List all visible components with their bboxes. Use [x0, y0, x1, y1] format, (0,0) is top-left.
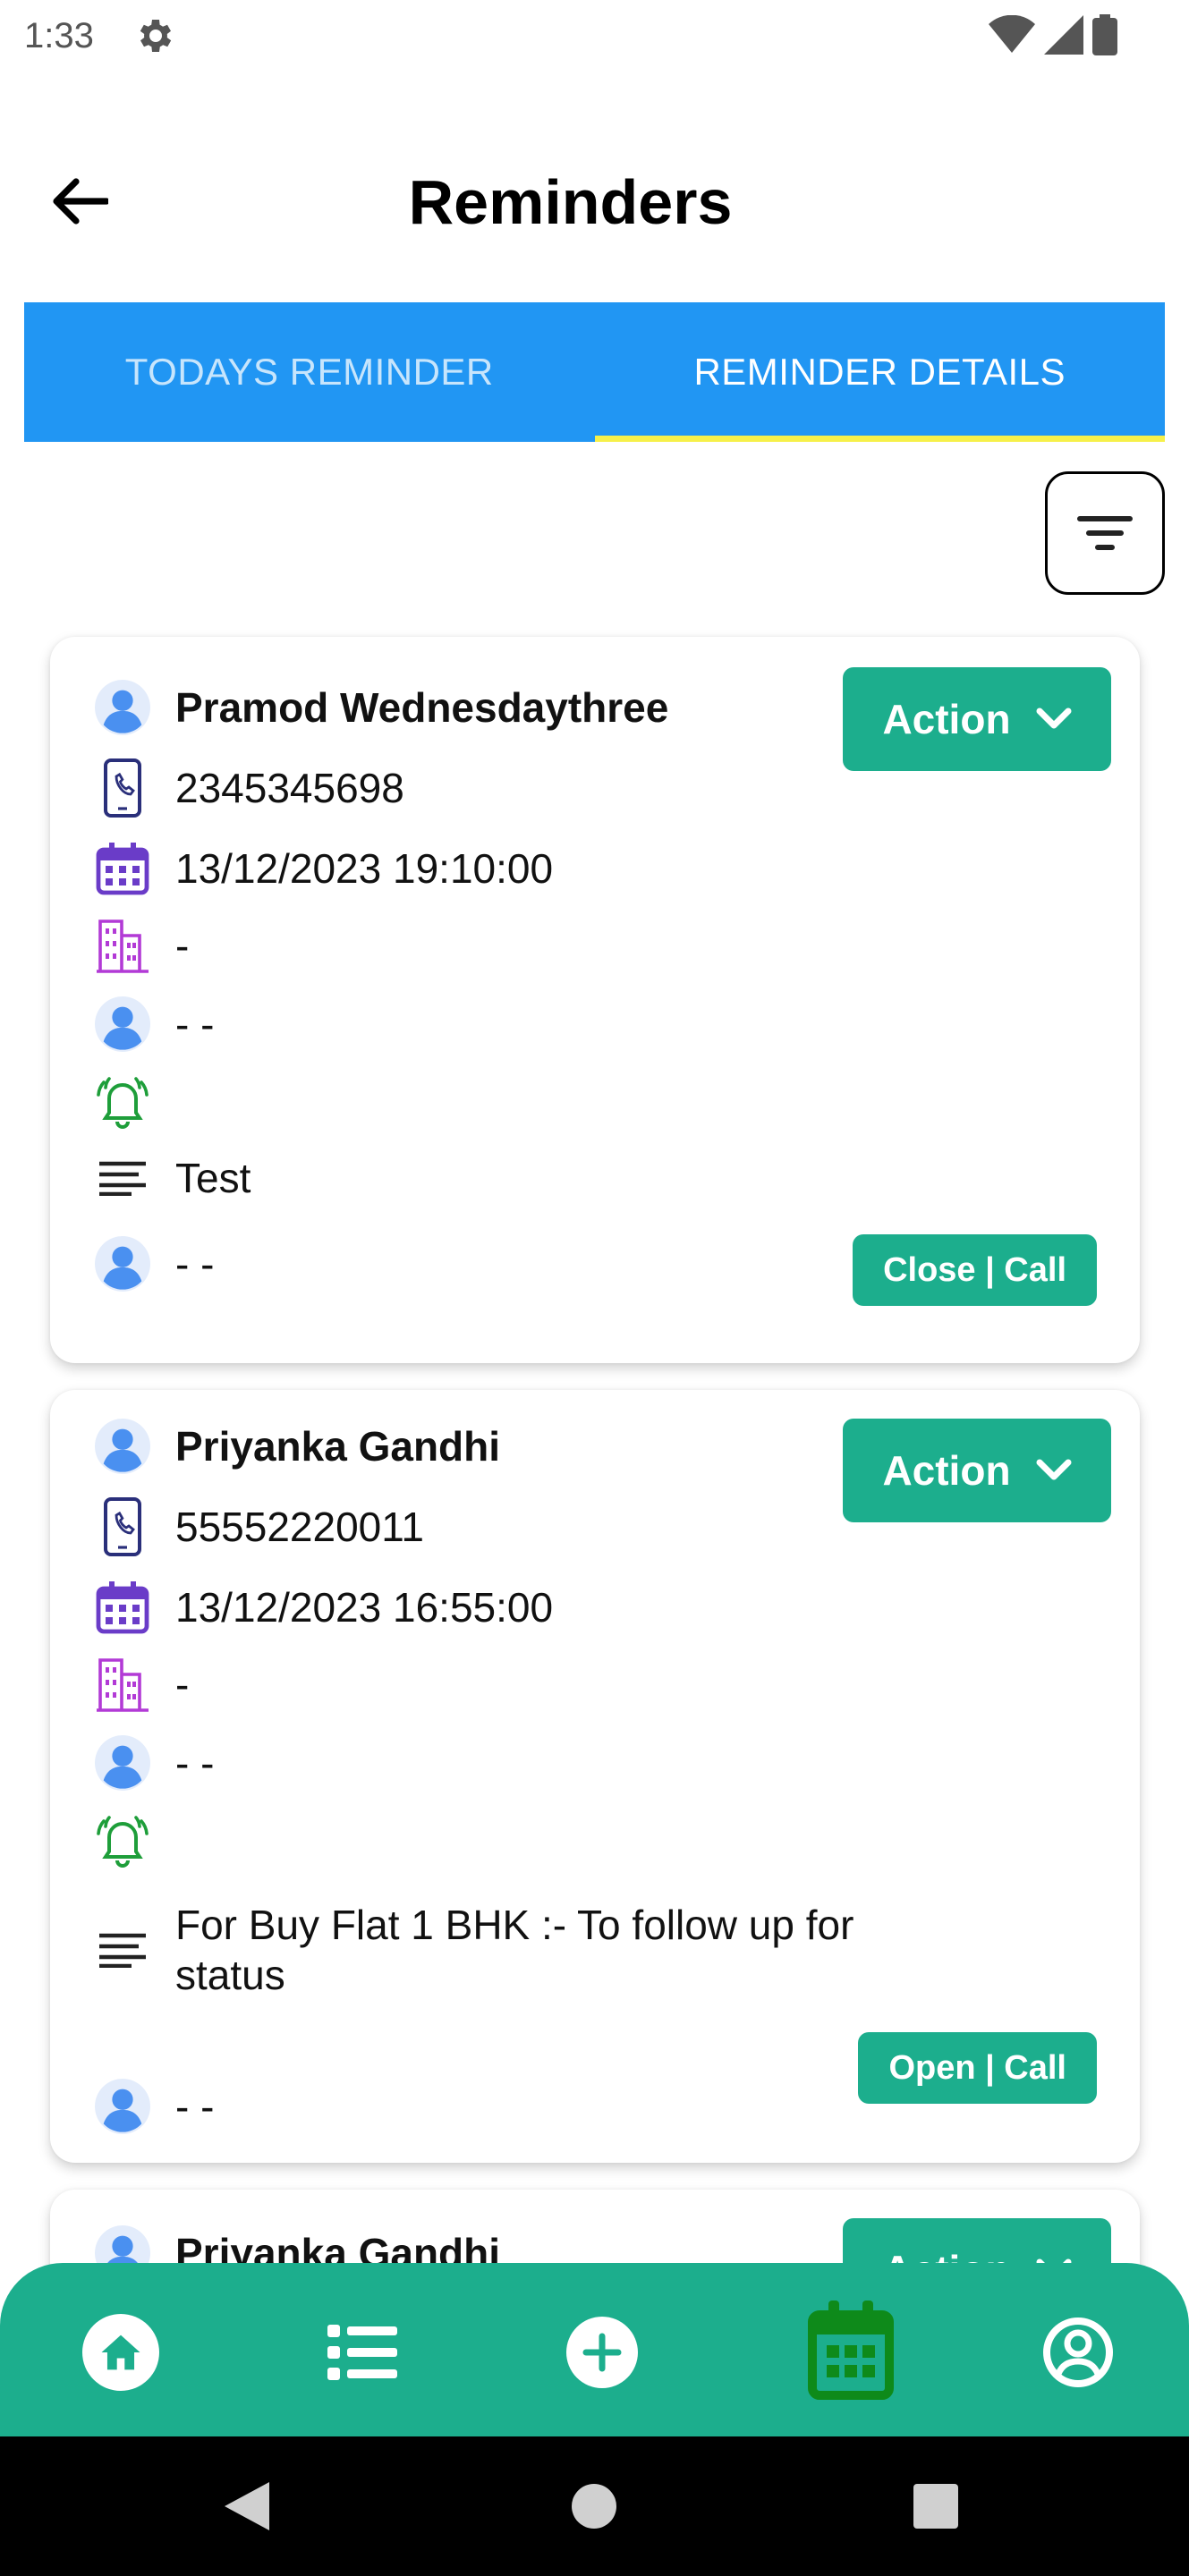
user-circle-icon	[1043, 2318, 1113, 2387]
chevron-down-icon	[1036, 708, 1072, 729]
phone-number[interactable]: 55552220011	[175, 1503, 424, 1551]
calendar-icon	[91, 837, 154, 900]
nav-list[interactable]	[309, 2299, 416, 2406]
status-time: 1:33	[24, 16, 94, 55]
reminder-datetime: 13/12/2023 19:10:00	[175, 845, 554, 892]
bell-ringing-icon	[91, 1070, 154, 1132]
project-row: -	[91, 914, 189, 977]
owner-value: - -	[175, 2083, 215, 2130]
page-title: Reminders	[408, 167, 733, 237]
assignee-value: - -	[175, 1001, 215, 1047]
tab-bar: TODAYS REMINDER REMINDER DETAILS	[24, 302, 1165, 442]
signal-icon	[1044, 15, 1083, 55]
datetime-row: 13/12/2023 16:55:00	[91, 1576, 553, 1639]
reminder-card: Pramod Wednesdaythree Action 2345345698 …	[50, 637, 1140, 1363]
status-icons	[989, 14, 1117, 55]
owner-row: - -	[91, 1233, 214, 1295]
phone-row: 2345345698	[91, 757, 404, 819]
battery-icon	[1092, 14, 1117, 55]
phone-number[interactable]: 2345345698	[175, 764, 404, 812]
datetime-row: 13/12/2023 19:10:00	[91, 837, 553, 900]
calendar-icon	[808, 2301, 894, 2400]
building-icon	[91, 914, 154, 977]
nav-home[interactable]	[67, 2299, 174, 2406]
contact-name: Priyanka Gandhi	[175, 1423, 501, 1470]
assignee-row: - -	[91, 1732, 214, 1794]
reminder-card: Priyanka Gandhi Action 55552220011 13/12…	[50, 1390, 1140, 2163]
gear-icon	[140, 20, 172, 52]
wifi-icon	[989, 15, 1035, 53]
plus-circle-icon	[566, 2317, 638, 2388]
filter-icon	[1077, 516, 1133, 550]
person-icon	[91, 2075, 154, 2138]
note-row: Test	[91, 1147, 251, 1209]
back-triangle-icon	[225, 2482, 269, 2530]
reminder-note: For Buy Flat 1 BHK :- To follow up for s…	[175, 1902, 854, 1998]
bell-ringing-icon	[91, 1809, 154, 1871]
home-icon	[82, 2314, 159, 2391]
notes-icon	[91, 1147, 154, 1209]
action-dropdown-button[interactable]: Action	[843, 1419, 1111, 1522]
system-home-button[interactable]	[562, 2474, 626, 2538]
nav-add[interactable]	[548, 2299, 656, 2406]
list-icon	[327, 2325, 397, 2380]
status-call-button[interactable]: Close | Call	[853, 1234, 1097, 1306]
nav-profile[interactable]	[1024, 2299, 1132, 2406]
person-icon	[91, 993, 154, 1055]
owner-value: - -	[175, 1241, 215, 1287]
system-navigation-bar	[0, 2436, 1189, 2576]
action-label: Action	[882, 1447, 1011, 1494]
home-circle-icon	[572, 2484, 616, 2529]
alarm-row	[91, 1809, 175, 1871]
bottom-navigation	[0, 2263, 1189, 2436]
reminder-note: Test	[175, 1155, 251, 1201]
system-recents-button[interactable]	[904, 2474, 968, 2538]
building-icon	[91, 1653, 154, 1716]
note-row: For Buy Flat 1 BHK :- To follow up for s…	[91, 1900, 909, 2000]
owner-row: - -	[91, 2075, 214, 2138]
system-back-button[interactable]	[215, 2474, 279, 2538]
alarm-row	[91, 1070, 175, 1132]
reminder-datetime: 13/12/2023 16:55:00	[175, 1584, 554, 1631]
contact-name: Pramod Wednesdaythree	[175, 684, 669, 731]
assignee-value: - -	[175, 1740, 215, 1786]
person-icon	[91, 676, 154, 739]
nav-calendar[interactable]	[793, 2283, 909, 2417]
calendar-icon	[91, 1576, 154, 1639]
status-call-button[interactable]: Open | Call	[858, 2032, 1097, 2104]
project-value: -	[175, 922, 190, 969]
tab-reminder-details[interactable]: REMINDER DETAILS	[594, 302, 1166, 442]
filter-button[interactable]	[1045, 471, 1165, 595]
tab-todays-reminder[interactable]: TODAYS REMINDER	[24, 302, 595, 442]
status-bar: 1:33	[0, 0, 1189, 72]
chevron-down-icon	[1036, 1459, 1072, 1480]
action-dropdown-button[interactable]: Action	[843, 667, 1111, 771]
contact-name-row: Priyanka Gandhi	[91, 1415, 500, 1478]
app-bar: Reminders	[0, 134, 1189, 268]
person-icon	[91, 1732, 154, 1794]
project-row: -	[91, 1653, 189, 1716]
person-icon	[91, 1233, 154, 1295]
person-icon	[91, 1415, 154, 1478]
assignee-row: - -	[91, 993, 214, 1055]
contact-name-row: Pramod Wednesdaythree	[91, 676, 668, 739]
notes-icon	[91, 1919, 154, 1981]
phone-icon[interactable]	[91, 757, 154, 819]
recents-square-icon	[913, 2484, 958, 2529]
project-value: -	[175, 1661, 190, 1707]
phone-icon[interactable]	[91, 1496, 154, 1558]
action-label: Action	[882, 696, 1011, 742]
phone-row: 55552220011	[91, 1496, 424, 1558]
